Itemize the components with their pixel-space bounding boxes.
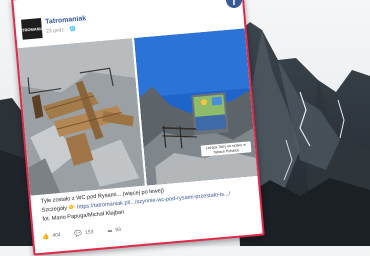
like-icon: 👍 xyxy=(41,233,50,241)
post-timestamp[interactable]: 23 godz. · 🌐 xyxy=(46,26,76,35)
page-avatar[interactable]: TATROMANIAK xyxy=(17,18,47,40)
likes-count: 404 xyxy=(52,232,62,239)
comments-counter[interactable]: 💬 153 xyxy=(74,229,94,238)
avatar-text: TATROMANIAK xyxy=(17,25,47,33)
post-photo-grid: Leżąca Tatry na szlaku w Tatrach Polskic… xyxy=(17,28,258,196)
photo-destroyed-toilet[interactable] xyxy=(17,38,145,196)
share-icon: ➦ xyxy=(107,228,113,235)
likes-counter[interactable]: 👍 404 xyxy=(41,232,62,241)
photo-ridge-toilet[interactable] xyxy=(134,28,258,186)
facebook-post-card: TATROMANIAK Tatromaniak 23 godz. · 🌐 Leż… xyxy=(11,0,265,256)
comment-icon: 💬 xyxy=(74,230,83,238)
comments-count: 153 xyxy=(84,229,94,237)
shares-counter[interactable]: ➦ 93 xyxy=(107,226,122,235)
page-name-link[interactable]: Tatromaniak xyxy=(45,15,87,26)
shares-count: 93 xyxy=(115,226,122,234)
